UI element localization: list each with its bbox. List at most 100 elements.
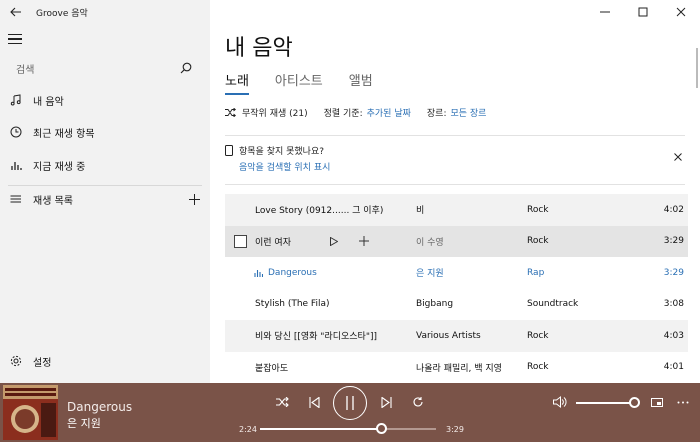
track-genre: Rap <box>527 267 545 278</box>
track-title: Dangerous <box>268 267 317 278</box>
close-window-button[interactable] <box>662 0 700 24</box>
track-artist[interactable]: 비 <box>416 203 424 216</box>
playlist-icon <box>9 192 23 206</box>
track-duration: 4:01 <box>663 362 684 373</box>
tab-songs[interactable]: 노래 <box>225 70 249 95</box>
mini-player-button[interactable] <box>650 396 664 408</box>
next-button[interactable] <box>377 394 395 410</box>
track-genre: Rock <box>527 362 549 373</box>
close-icon <box>676 7 686 17</box>
scrollbar[interactable] <box>696 48 698 88</box>
volume-thumb[interactable] <box>629 397 640 408</box>
track-title: 붙잡아도 <box>255 363 289 374</box>
track-artist[interactable]: 은 지원 <box>416 266 444 279</box>
sidebar-item-my-music[interactable]: 내 음악 <box>0 87 210 113</box>
shuffle-icon <box>225 108 236 117</box>
sidebar-item-recent[interactable]: 최근 재생 항목 <box>0 119 210 145</box>
sidebar-item-label: 내 음악 <box>33 96 64 108</box>
app-title: Groove 음악 <box>36 8 88 19</box>
table-row-now-playing[interactable]: Dangerous 은 지원 Rap 3:29 <box>225 257 688 289</box>
sidebar-item-playlists[interactable]: 재생 목록 <box>0 186 210 212</box>
back-button[interactable] <box>0 0 32 24</box>
track-genre: Rock <box>527 236 549 247</box>
seek-thumb[interactable] <box>376 423 388 434</box>
elapsed-time: 2:24 <box>239 425 257 434</box>
music-note-icon <box>9 93 23 107</box>
maximize-button[interactable] <box>624 0 662 24</box>
previous-icon <box>308 396 320 408</box>
page-title: 내 음악 <box>225 36 293 61</box>
sidebar-item-now-playing[interactable]: 지금 재생 중 <box>0 152 210 178</box>
shuffle-button[interactable] <box>273 394 291 410</box>
table-row[interactable]: Love Story (0912...... 그 이후) 비 Rock 4:02 <box>225 194 688 226</box>
sidebar-item-label: 지금 재생 중 <box>33 161 86 173</box>
genre-label: 장르: <box>426 109 447 119</box>
track-duration: 3:29 <box>663 267 684 278</box>
sidebar-item-label: 설정 <box>33 357 52 369</box>
next-icon <box>380 396 392 408</box>
previous-button[interactable] <box>305 394 323 410</box>
phone-icon <box>225 145 233 156</box>
minimize-button[interactable] <box>586 0 624 24</box>
sidebar-item-settings[interactable]: 설정 <box>0 348 210 374</box>
table-row[interactable]: Stylish (The Fila) Bigbang Soundtrack 3:… <box>225 289 688 321</box>
now-playing-title[interactable]: Dangerous <box>67 400 132 414</box>
titlebar: Groove 음악 <box>0 0 210 24</box>
table-row[interactable]: 비와 당신 [[영화 "라디오스타"]] Various Artists Roc… <box>225 320 688 352</box>
track-title: 비와 당신 [[영화 "라디오스타"]] <box>255 332 377 343</box>
pause-icon <box>346 396 354 410</box>
table-row[interactable]: 붙잡아도 나올라 패밀리, 백 지영 Rock 4:01 <box>225 352 688 384</box>
shuffle-icon <box>275 397 289 407</box>
sidebar-item-label: 최근 재생 항목 <box>33 128 95 140</box>
genre-dropdown[interactable]: 모든 장르 <box>450 106 486 119</box>
track-artist[interactable]: Bigbang <box>416 299 453 309</box>
album-art[interactable] <box>3 385 58 440</box>
more-options-button[interactable] <box>676 396 690 408</box>
main-content: 내 음악 노래 아티스트 앨범 무작위 재생 (21) 정렬 기준: 추가된 날… <box>210 0 700 383</box>
tab-albums[interactable]: 앨범 <box>349 70 373 95</box>
search-input[interactable]: 검색 <box>8 56 198 80</box>
repeat-button[interactable] <box>409 394 427 410</box>
play-track-button[interactable] <box>327 235 340 248</box>
table-row[interactable]: 이런 여자 이 수영 Rock 3:29 <box>225 225 688 257</box>
maximize-icon <box>638 7 648 17</box>
track-genre: Rock <box>527 330 549 341</box>
tabs: 노래 아티스트 앨범 <box>225 70 373 95</box>
track-title: Stylish (The Fila) <box>255 299 330 310</box>
hamburger-menu-button[interactable] <box>8 30 28 48</box>
more-icon <box>677 401 689 403</box>
add-playlist-button[interactable] <box>186 191 202 207</box>
add-to-button[interactable] <box>357 235 370 248</box>
sidebar-item-label: 재생 목록 <box>33 195 73 207</box>
notice-banner: 항목을 찾지 못했나요? 음악을 검색할 위치 표시 <box>225 144 685 178</box>
dismiss-notice-button[interactable] <box>671 150 685 164</box>
volume-slider[interactable] <box>576 402 634 404</box>
select-checkbox[interactable] <box>234 234 247 248</box>
sort-dropdown[interactable]: 추가된 날짜 <box>367 106 411 119</box>
track-title: Love Story (0912...... 그 이후) <box>255 206 384 217</box>
track-artist[interactable]: Various Artists <box>416 331 481 341</box>
back-arrow-icon <box>10 7 21 17</box>
album-cover-image <box>3 385 58 440</box>
divider <box>225 135 685 136</box>
sidebar: Groove 음악 검색 내 음악 최근 재생 항목 지금 재생 중 재생 목록 <box>0 0 210 383</box>
now-playing-artist[interactable]: 은 지원 <box>67 415 101 431</box>
bars-icon <box>9 158 23 172</box>
play-icon <box>329 236 338 246</box>
notice-link[interactable]: 음악을 검색할 위치 표시 <box>239 160 685 173</box>
track-artist[interactable]: 이 수영 <box>416 235 444 248</box>
tab-artists[interactable]: 아티스트 <box>275 70 323 95</box>
seek-bar[interactable] <box>260 423 436 434</box>
divider <box>225 184 685 185</box>
player-bar: Dangerous 은 지원 2:24 3:29 <box>0 383 700 442</box>
track-artist[interactable]: 나올라 패밀리, 백 지영 <box>416 361 502 374</box>
search-icon[interactable] <box>180 62 192 74</box>
track-title: 이런 여자 <box>255 237 291 248</box>
repeat-icon <box>413 397 423 407</box>
track-duration: 4:02 <box>663 204 684 215</box>
pause-button[interactable] <box>333 386 367 420</box>
now-playing-icon <box>254 270 263 277</box>
shuffle-all-button[interactable]: 무작위 재생 (21) <box>242 106 308 119</box>
seek-bar-fill <box>260 428 382 430</box>
volume-button[interactable] <box>552 395 568 409</box>
